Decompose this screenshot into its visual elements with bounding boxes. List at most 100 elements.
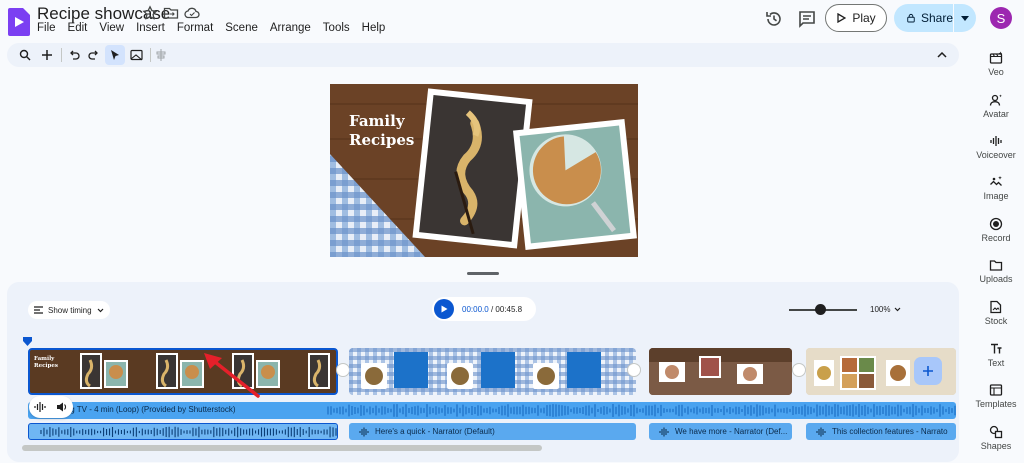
scene-thumbnails (30, 350, 336, 393)
scene-thumbnails (649, 348, 792, 395)
panel-item-shapes[interactable]: Shapes (968, 425, 1024, 451)
menu-arrange[interactable]: Arrange (269, 22, 312, 34)
zoom-slider-thumb[interactable] (815, 304, 826, 315)
scene-clip-3[interactable] (649, 348, 792, 395)
narration-label: We have more - Narrator (Def... (675, 427, 788, 436)
panel-item-label: Image (983, 191, 1009, 201)
scene-thumbnails (349, 348, 636, 395)
volume-icon[interactable] (56, 401, 68, 413)
templates-icon (989, 384, 1003, 396)
timeline-play-button[interactable] (434, 299, 454, 319)
transition-icon[interactable] (792, 363, 806, 377)
menu-insert[interactable]: Insert (135, 22, 166, 34)
share-options-button[interactable] (954, 4, 976, 32)
stock-icon (990, 300, 1002, 314)
playback-controls: 00:00.0 / 00:45.8 (432, 297, 536, 321)
voiceover-icon (990, 136, 1002, 146)
photo-pie (513, 118, 637, 250)
add-scene-button[interactable] (914, 357, 942, 385)
show-timing-dropdown[interactable]: Show timing (28, 301, 110, 319)
slide-title-text[interactable]: Family Recipes (349, 112, 414, 150)
share-button[interactable]: Share (894, 4, 954, 32)
toolbar (7, 43, 959, 67)
narration-clip-3[interactable]: We have more - Narrator (Def... (649, 423, 792, 440)
play-label: Play (852, 11, 876, 25)
zoom-level-dropdown[interactable]: 100% (870, 305, 901, 314)
slide-canvas[interactable] (330, 84, 638, 257)
panel-item-text[interactable]: Text (968, 342, 1024, 368)
scene-thumb-title: Family Recipes (34, 356, 58, 369)
star-icon[interactable] (142, 5, 158, 21)
menu-help[interactable]: Help (361, 22, 387, 34)
chevron-down-icon (97, 308, 104, 312)
menu-edit[interactable]: Edit (67, 22, 89, 34)
narration-clip-2[interactable]: Here's a quick - Narrator (Default) (349, 423, 636, 440)
align-button[interactable] (151, 45, 171, 65)
panel-item-veo[interactable]: Veo (968, 51, 1024, 77)
search-button[interactable] (15, 45, 35, 65)
version-history-icon[interactable] (764, 9, 784, 29)
menu-view[interactable]: View (98, 22, 125, 34)
panel-item-label: Veo (988, 67, 1004, 77)
redo-button[interactable] (84, 45, 104, 65)
menu-format[interactable]: Format (176, 22, 214, 34)
add-icon (42, 50, 52, 60)
timeline-scrollbar[interactable] (22, 445, 542, 451)
panel-item-stock[interactable]: Stock (968, 300, 1024, 326)
panel-item-voiceover[interactable]: Voiceover (968, 134, 1024, 160)
share-label: Share (920, 11, 953, 25)
folder-icon (989, 260, 1003, 271)
panel-item-label: Templates (975, 399, 1017, 409)
narration-waveform (40, 426, 337, 437)
voiceover-icon[interactable] (34, 401, 46, 413)
show-timing-label: Show timing (48, 305, 92, 315)
narration-clip-4[interactable]: This collection features - Narrato (806, 423, 956, 440)
panel-item-label: Stock (984, 316, 1008, 326)
photo-pasta (412, 88, 533, 249)
menu-file[interactable]: File (36, 22, 57, 34)
add-button[interactable] (37, 45, 57, 65)
current-time: 00:00.0 (462, 304, 489, 314)
toolbar-divider (61, 48, 62, 62)
app-logo-icon[interactable] (8, 8, 30, 36)
thumb-4 (308, 353, 330, 389)
play-button[interactable]: Play (825, 4, 887, 32)
menu-tools[interactable]: Tools (322, 22, 351, 34)
avatar[interactable]: S (990, 7, 1012, 29)
panel-item-templates[interactable]: Templates (968, 383, 1024, 409)
panel-item-label: Voiceover (976, 150, 1016, 160)
transition-icon[interactable] (336, 363, 350, 377)
redo-icon (88, 50, 98, 60)
audio-controls (29, 396, 73, 418)
shapes-icon (989, 425, 1003, 439)
menu-bar: File Edit View Insert Format Scene Arran… (36, 22, 386, 34)
scene-clip-1[interactable]: Family Recipes (28, 348, 338, 395)
cloud-saved-icon[interactable] (184, 5, 200, 21)
undo-button[interactable] (64, 45, 84, 65)
annotation-arrow-icon (204, 353, 260, 398)
narration-clip-1[interactable] (28, 423, 338, 440)
transition-icon[interactable] (627, 363, 641, 377)
scene-clip-2[interactable] (349, 348, 636, 395)
move-folder-icon[interactable] (163, 5, 179, 21)
background-button[interactable] (126, 45, 146, 65)
select-tool-button[interactable] (105, 45, 125, 65)
panel-item-label: Shapes (980, 441, 1012, 451)
voiceover-icon (816, 427, 826, 436)
panel-item-record[interactable]: Record (968, 217, 1024, 243)
playhead-marker-icon[interactable] (23, 337, 32, 346)
background-icon (129, 49, 143, 61)
panel-item-avatar[interactable]: Avatar (968, 93, 1024, 119)
panel-item-uploads[interactable]: Uploads (968, 258, 1024, 284)
share-button-group: Share (894, 4, 976, 32)
menu-scene[interactable]: Scene (224, 22, 259, 34)
cursor-icon (111, 50, 119, 60)
timing-icon (34, 306, 43, 314)
panel-item-image[interactable]: Image (968, 175, 1024, 201)
comments-icon[interactable] (797, 9, 817, 29)
slide-artwork (330, 84, 638, 257)
collapse-toolbar-button[interactable] (932, 45, 952, 65)
panel-item-label: Avatar (983, 109, 1009, 119)
panel-resize-handle[interactable] (467, 272, 499, 275)
add-icon (923, 366, 933, 376)
